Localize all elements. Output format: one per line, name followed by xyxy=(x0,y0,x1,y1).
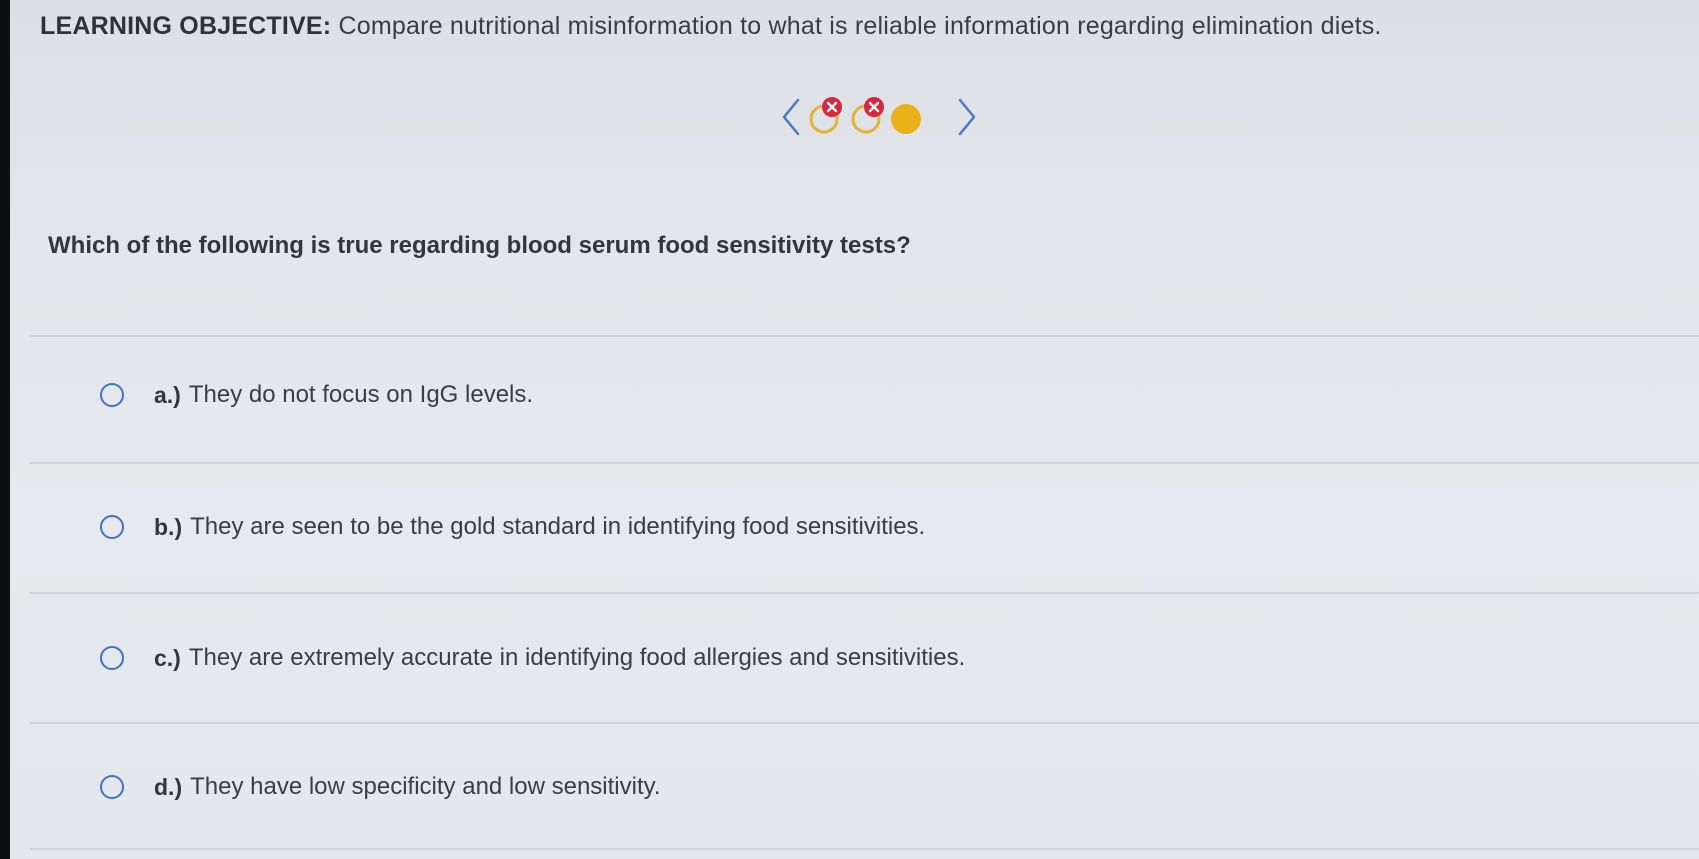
progress-item-current[interactable] xyxy=(891,104,921,134)
divider xyxy=(30,335,1699,337)
divider xyxy=(30,462,1699,464)
option-letter: c.) xyxy=(154,644,181,671)
objective-lead: LEARNING OBJECTIVE: xyxy=(40,12,332,40)
quiz-screen: LEARNING OBJECTIVE: Compare nutritional … xyxy=(10,0,1699,859)
chevron-right-icon[interactable] xyxy=(958,98,976,136)
divider xyxy=(30,722,1699,724)
objective-text: Compare nutritional misinformation to wh… xyxy=(338,12,1382,40)
radio-button[interactable] xyxy=(100,515,124,539)
radio-button[interactable] xyxy=(100,383,124,407)
divider xyxy=(30,592,1699,594)
option-letter: a.) xyxy=(154,381,181,408)
x-icon xyxy=(864,97,884,117)
question-text: Which of the following is true regarding… xyxy=(48,232,911,259)
option-text: They have low specificity and low sensit… xyxy=(190,773,661,800)
progress-item-1[interactable] xyxy=(809,97,842,134)
radio-button[interactable] xyxy=(100,646,124,670)
option-text: They are seen to be the gold standard in… xyxy=(190,513,926,540)
option-text: They are extremely accurate in identifyi… xyxy=(188,644,966,671)
x-icon xyxy=(822,97,842,117)
progress-item-2[interactable] xyxy=(851,97,884,134)
option-letter: d.) xyxy=(154,773,183,800)
answer-option-a[interactable]: a.) They do not focus on IgG levels. xyxy=(100,370,533,420)
question-progress-nav xyxy=(780,92,980,142)
answer-option-c[interactable]: c.) They are extremely accurate in ident… xyxy=(100,633,965,683)
learning-objective: LEARNING OBJECTIVE: Compare nutritional … xyxy=(40,12,1382,41)
divider xyxy=(30,848,1699,850)
radio-button[interactable] xyxy=(100,775,124,799)
answer-option-b[interactable]: b.) They are seen to be the gold standar… xyxy=(100,502,925,552)
option-text: They do not focus on IgG levels. xyxy=(188,381,534,408)
option-letter: b.) xyxy=(154,513,183,540)
chevron-left-icon[interactable] xyxy=(782,98,800,136)
answer-option-d[interactable]: d.) They have low specificity and low se… xyxy=(100,762,661,812)
